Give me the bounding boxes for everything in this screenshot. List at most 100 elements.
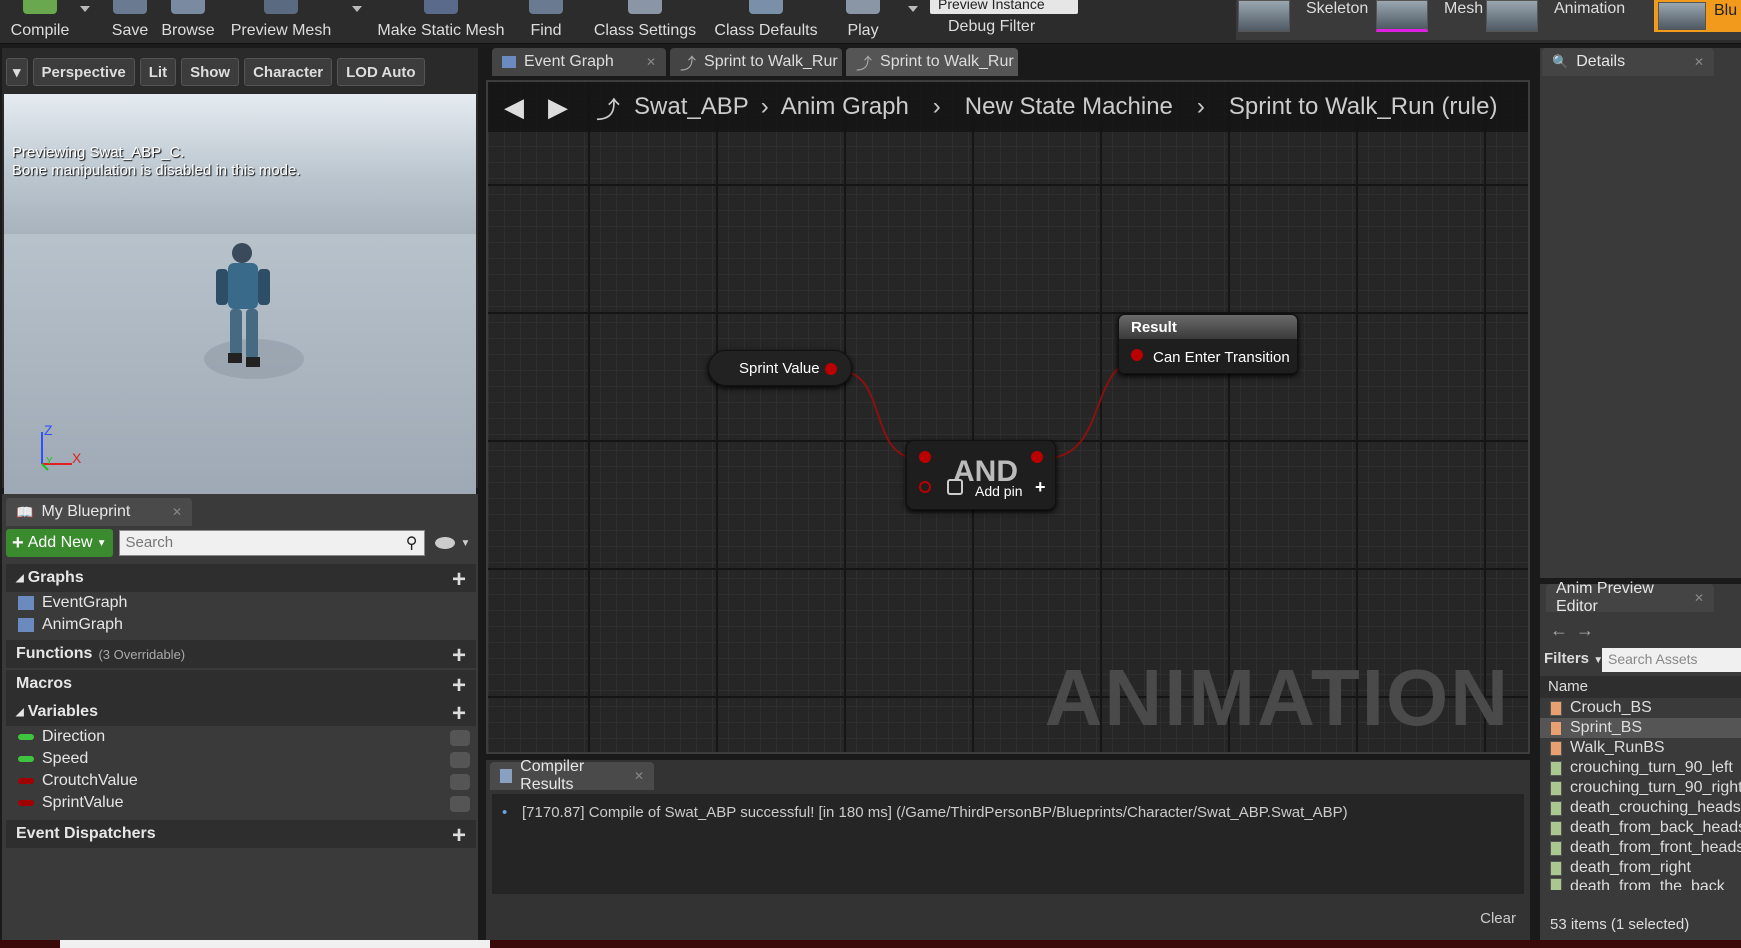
functions-section[interactable]: Functions (3 Overridable) + (6, 640, 476, 670)
animation-sequence-icon (1550, 800, 1562, 816)
mode-skeleton[interactable]: Skeleton (1238, 0, 1368, 32)
input-pin-b[interactable] (919, 481, 931, 493)
visibility-eye-icon[interactable] (450, 774, 470, 790)
filters-button[interactable]: Filters ▼ (1544, 650, 1603, 667)
output-pin[interactable] (1031, 451, 1043, 463)
add-pin-icon[interactable]: + (1035, 477, 1046, 498)
compiler-message-list: • [7170.87] Compile of Swat_ABP successf… (492, 794, 1524, 894)
asset-item[interactable]: death_crouching_heads (1540, 798, 1741, 818)
compiler-icon (500, 769, 513, 783)
debug-filter: Preview Instance Debug Filter (930, 0, 1078, 44)
mode-animation[interactable]: Animation (1486, 0, 1625, 32)
sprint-value-node[interactable]: Sprint Value (708, 350, 852, 386)
view-options-dropdown[interactable]: ▼ (461, 538, 471, 549)
transition-icon: ⤴ (856, 56, 873, 73)
close-icon[interactable]: ✕ (1694, 55, 1704, 69)
graphs-section[interactable]: ◢ Graphs + (6, 564, 476, 594)
graph-item-animgraph[interactable]: AnimGraph (18, 616, 123, 634)
show-button[interactable]: Show (181, 58, 240, 86)
asset-item[interactable]: death_from_front_heads (1540, 838, 1741, 858)
clear-button[interactable]: Clear (1480, 910, 1516, 927)
graph-canvas[interactable]: ◀ ▶ ⤴ Swat_ABP › Anim Graph › New State … (486, 80, 1530, 754)
debug-instance-select[interactable]: Preview Instance (930, 0, 1078, 14)
mode-blueprint[interactable]: Blu (1654, 0, 1741, 32)
preview-mesh-button[interactable]: Preview Mesh (226, 0, 336, 44)
class-defaults-button[interactable]: Class Defaults (712, 0, 820, 44)
add-new-button[interactable]: + Add New ▼ (6, 529, 113, 557)
blueprint-search-input[interactable]: Search ⚲ (118, 530, 425, 556)
tab-sprint-to-walk-1[interactable]: ⤴Sprint to Walk_Rur✕ (670, 48, 842, 76)
eye-icon[interactable] (434, 537, 455, 549)
find-button[interactable]: Find (526, 0, 566, 44)
macros-section[interactable]: Macros + (6, 670, 476, 700)
add-graph-icon[interactable]: + (452, 566, 466, 594)
asset-item[interactable]: crouching_turn_90_right (1540, 778, 1741, 798)
input-pin-a[interactable] (919, 451, 931, 463)
variable-item-sprintvalue[interactable]: SprintValue (18, 794, 124, 812)
close-icon[interactable]: ✕ (172, 505, 182, 519)
asset-search-input[interactable]: Search Assets (1602, 648, 1741, 672)
close-icon[interactable]: ✕ (1694, 591, 1704, 605)
event-dispatchers-section[interactable]: Event Dispatchers + (6, 820, 476, 850)
visibility-eye-icon[interactable] (450, 796, 470, 812)
variable-item-croutchvalue[interactable]: CroutchValue (18, 772, 138, 790)
chevron-down-icon: ▼ (96, 537, 107, 549)
class-settings-button[interactable]: Class Settings (590, 0, 700, 44)
output-pin[interactable] (825, 363, 837, 375)
name-column-header[interactable]: Name (1540, 676, 1741, 698)
asset-count: 53 items (1 selected) (1550, 916, 1690, 933)
tab-event-graph[interactable]: Event Graph ✕ (492, 48, 666, 76)
lod-button[interactable]: LOD Auto (337, 58, 425, 86)
visibility-eye-icon[interactable] (450, 752, 470, 768)
perspective-button[interactable]: Perspective (32, 58, 135, 86)
add-dispatcher-icon[interactable]: + (452, 822, 466, 850)
add-variable-icon[interactable]: + (452, 700, 466, 728)
compile-button[interactable]: Compile (10, 0, 70, 44)
close-icon[interactable]: ✕ (634, 769, 644, 783)
asset-item[interactable]: death_from_back_heads (1540, 818, 1741, 838)
add-macro-icon[interactable]: + (452, 672, 466, 700)
tab-compiler-results[interactable]: Compiler Results ✕ (490, 758, 654, 793)
result-node[interactable]: Result Can Enter Transition (1118, 314, 1298, 374)
add-function-icon[interactable]: + (452, 642, 466, 670)
input-pin[interactable] (1131, 349, 1143, 361)
make-static-mesh-button[interactable]: Make Static Mesh (377, 0, 505, 44)
asset-item[interactable]: crouching_turn_90_left (1540, 758, 1741, 778)
browse-button[interactable]: Browse (160, 0, 216, 44)
variables-section[interactable]: ◢ Variables + (6, 698, 476, 728)
mode-mesh[interactable]: Mesh (1376, 0, 1483, 32)
blendspace-icon (1550, 740, 1562, 756)
and-node[interactable]: AND Add pin + (906, 440, 1056, 510)
tab-sprint-to-walk-2[interactable]: ⤴Sprint to Walk_Rur✕ (846, 48, 1018, 76)
forward-arrow-icon[interactable]: → (1576, 620, 1594, 641)
details-panel: 🔍 Details ✕ (1540, 48, 1741, 578)
viewport-panel: ▾ Perspective Lit Show Character LOD Aut… (2, 48, 479, 536)
lit-button[interactable]: Lit (139, 58, 177, 86)
play-button[interactable]: Play (840, 0, 886, 44)
variable-item-direction[interactable]: Direction (18, 728, 105, 746)
close-icon[interactable]: ✕ (646, 55, 656, 69)
asset-item-selected[interactable]: Sprint_BS (1540, 718, 1741, 738)
compiler-message[interactable]: [7170.87] Compile of Swat_ABP successful… (522, 804, 1348, 821)
axis-gizmo-icon (41, 432, 72, 471)
preview-viewport[interactable]: Previewing Swat_ABP_C. Bone manipulation… (4, 94, 476, 494)
variable-item-speed[interactable]: Speed (18, 750, 88, 768)
back-arrow-icon[interactable]: ← (1550, 620, 1568, 641)
preview-mesh-dropdown[interactable] (352, 6, 362, 12)
asset-item[interactable]: death_from_the_back (1540, 878, 1741, 890)
visibility-eye-icon[interactable] (450, 730, 470, 746)
my-blueprint-toolbar: + Add New ▼ Search ⚲ ▼ (6, 528, 476, 558)
save-button[interactable]: Save (110, 0, 150, 44)
viewport-menu-button[interactable]: ▾ (6, 58, 28, 86)
compile-options-dropdown[interactable] (80, 6, 90, 12)
asset-item[interactable]: Crouch_BS (1540, 698, 1741, 718)
tab-anim-preview-editor[interactable]: Anim Preview Editor ✕ (1546, 580, 1714, 615)
asset-item[interactable]: death_from_right (1540, 858, 1741, 878)
character-button[interactable]: Character (244, 58, 333, 86)
graph-item-eventgraph[interactable]: EventGraph (18, 594, 127, 612)
play-options-dropdown[interactable] (908, 6, 918, 12)
blendspace-icon (1550, 720, 1562, 736)
tab-my-blueprint[interactable]: 📖 My Blueprint ✕ (6, 498, 192, 526)
asset-item[interactable]: Walk_RunBS (1540, 738, 1741, 758)
tab-details[interactable]: 🔍 Details ✕ (1542, 48, 1714, 76)
